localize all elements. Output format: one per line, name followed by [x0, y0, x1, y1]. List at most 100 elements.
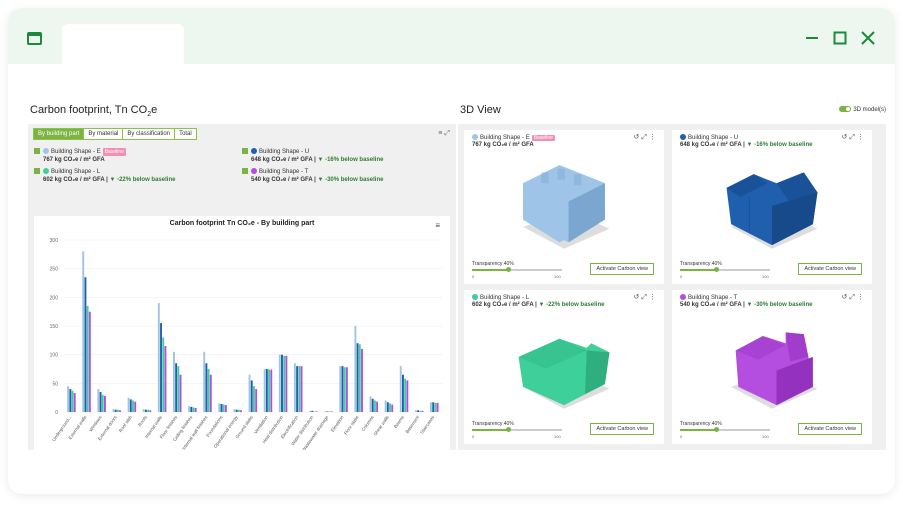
- bar[interactable]: [369, 396, 372, 412]
- expand-icon[interactable]: ⤢: [849, 294, 857, 301]
- bar[interactable]: [371, 398, 374, 412]
- checkbox-icon[interactable]: [34, 148, 40, 154]
- building-3d-model[interactable]: [712, 316, 832, 416]
- bar[interactable]: [356, 343, 359, 412]
- slider-handle[interactable]: [714, 427, 719, 432]
- bar[interactable]: [188, 406, 191, 412]
- bar[interactable]: [384, 400, 387, 412]
- tab-by-building-part[interactable]: By building part: [34, 129, 85, 139]
- expand-icon[interactable]: ⤢: [444, 130, 452, 137]
- more-icon[interactable]: ⋮: [649, 134, 658, 141]
- bar[interactable]: [132, 400, 134, 412]
- activate-carbon-view-button[interactable]: Activate Carbon view: [590, 423, 654, 435]
- transparency-slider[interactable]: [680, 267, 770, 272]
- bar[interactable]: [263, 369, 266, 412]
- bar[interactable]: [278, 354, 281, 412]
- tab-by-classification[interactable]: By classification: [123, 129, 176, 139]
- bar[interactable]: [315, 411, 318, 412]
- maximize-icon[interactable]: [832, 30, 848, 46]
- bar[interactable]: [339, 366, 342, 412]
- bar[interactable]: [84, 277, 87, 412]
- bar[interactable]: [419, 410, 422, 412]
- tab-total[interactable]: Total: [175, 129, 196, 139]
- bar[interactable]: [88, 311, 91, 412]
- bar[interactable]: [421, 410, 424, 412]
- bar[interactable]: [361, 348, 363, 412]
- bar[interactable]: [250, 380, 253, 412]
- bar[interactable]: [255, 389, 258, 412]
- bar[interactable]: [240, 410, 242, 412]
- bar[interactable]: [142, 409, 145, 412]
- bar[interactable]: [147, 409, 150, 412]
- bar[interactable]: [404, 378, 407, 412]
- bar[interactable]: [402, 374, 404, 412]
- bar[interactable]: [67, 386, 70, 412]
- checkbox-icon[interactable]: [242, 148, 248, 154]
- slider-handle[interactable]: [714, 267, 719, 272]
- bar[interactable]: [354, 326, 357, 412]
- bar[interactable]: [207, 369, 210, 412]
- legend-item-shape-t[interactable]: Building Shape - T 540 kg CO₂e / m² GFA …: [242, 168, 383, 184]
- bar[interactable]: [406, 380, 409, 412]
- legend-item-shape-e[interactable]: Building Shape - E Baseline 767 kg CO₂e /…: [34, 148, 126, 164]
- bar[interactable]: [175, 363, 178, 412]
- bar[interactable]: [224, 405, 227, 412]
- activate-carbon-view-button[interactable]: Activate Carbon view: [798, 423, 862, 435]
- bar[interactable]: [157, 303, 160, 412]
- bar[interactable]: [192, 407, 195, 412]
- bar[interactable]: [389, 403, 391, 412]
- bar[interactable]: [203, 351, 206, 412]
- bar[interactable]: [69, 389, 72, 412]
- close-icon[interactable]: [860, 30, 876, 46]
- toggle-switch-icon[interactable]: [839, 106, 852, 112]
- bar[interactable]: [127, 397, 130, 412]
- activate-carbon-view-button[interactable]: Activate Carbon view: [798, 263, 862, 275]
- bar[interactable]: [149, 410, 152, 412]
- bar[interactable]: [97, 389, 100, 412]
- more-icon[interactable]: ⋮: [649, 294, 658, 301]
- bar[interactable]: [104, 395, 106, 412]
- bar[interactable]: [300, 366, 303, 412]
- bar[interactable]: [399, 366, 402, 412]
- bar[interactable]: [285, 355, 288, 412]
- bar[interactable]: [119, 410, 122, 412]
- bar[interactable]: [173, 351, 175, 412]
- bar[interactable]: [432, 402, 435, 412]
- bar[interactable]: [134, 401, 137, 412]
- more-icon[interactable]: ⋮: [857, 134, 866, 141]
- expand-icon[interactable]: ⤢: [849, 134, 857, 141]
- legend-item-shape-l[interactable]: Building Shape - L 602 kg CO₂e / m² GFA …: [34, 168, 175, 184]
- slider-handle[interactable]: [506, 427, 511, 432]
- bar[interactable]: [209, 374, 212, 412]
- bar[interactable]: [160, 323, 162, 412]
- bar[interactable]: [281, 354, 283, 412]
- bar[interactable]: [99, 391, 102, 412]
- bar[interactable]: [194, 407, 197, 412]
- minimize-icon[interactable]: [804, 30, 820, 46]
- bar[interactable]: [324, 411, 327, 412]
- slider-handle[interactable]: [506, 267, 511, 272]
- bar[interactable]: [313, 411, 316, 412]
- bar[interactable]: [376, 401, 379, 412]
- transparency-slider[interactable]: [472, 427, 562, 432]
- bar[interactable]: [112, 409, 115, 412]
- bar[interactable]: [190, 406, 193, 412]
- bar[interactable]: [414, 410, 417, 412]
- bar[interactable]: [73, 393, 76, 412]
- bar[interactable]: [436, 402, 439, 412]
- bar[interactable]: [162, 337, 165, 412]
- building-3d-model[interactable]: [504, 316, 624, 416]
- building-3d-model[interactable]: [504, 156, 624, 256]
- bar[interactable]: [248, 374, 251, 412]
- bar[interactable]: [237, 409, 240, 412]
- bar[interactable]: [129, 399, 132, 412]
- bar[interactable]: [164, 346, 167, 412]
- bar[interactable]: [386, 402, 389, 412]
- bar[interactable]: [177, 366, 180, 412]
- bar[interactable]: [293, 363, 296, 412]
- checkbox-icon[interactable]: [34, 168, 40, 174]
- more-icon[interactable]: ⋮: [857, 294, 866, 301]
- bar[interactable]: [309, 410, 311, 412]
- bar[interactable]: [341, 366, 344, 412]
- bar[interactable]: [114, 409, 117, 412]
